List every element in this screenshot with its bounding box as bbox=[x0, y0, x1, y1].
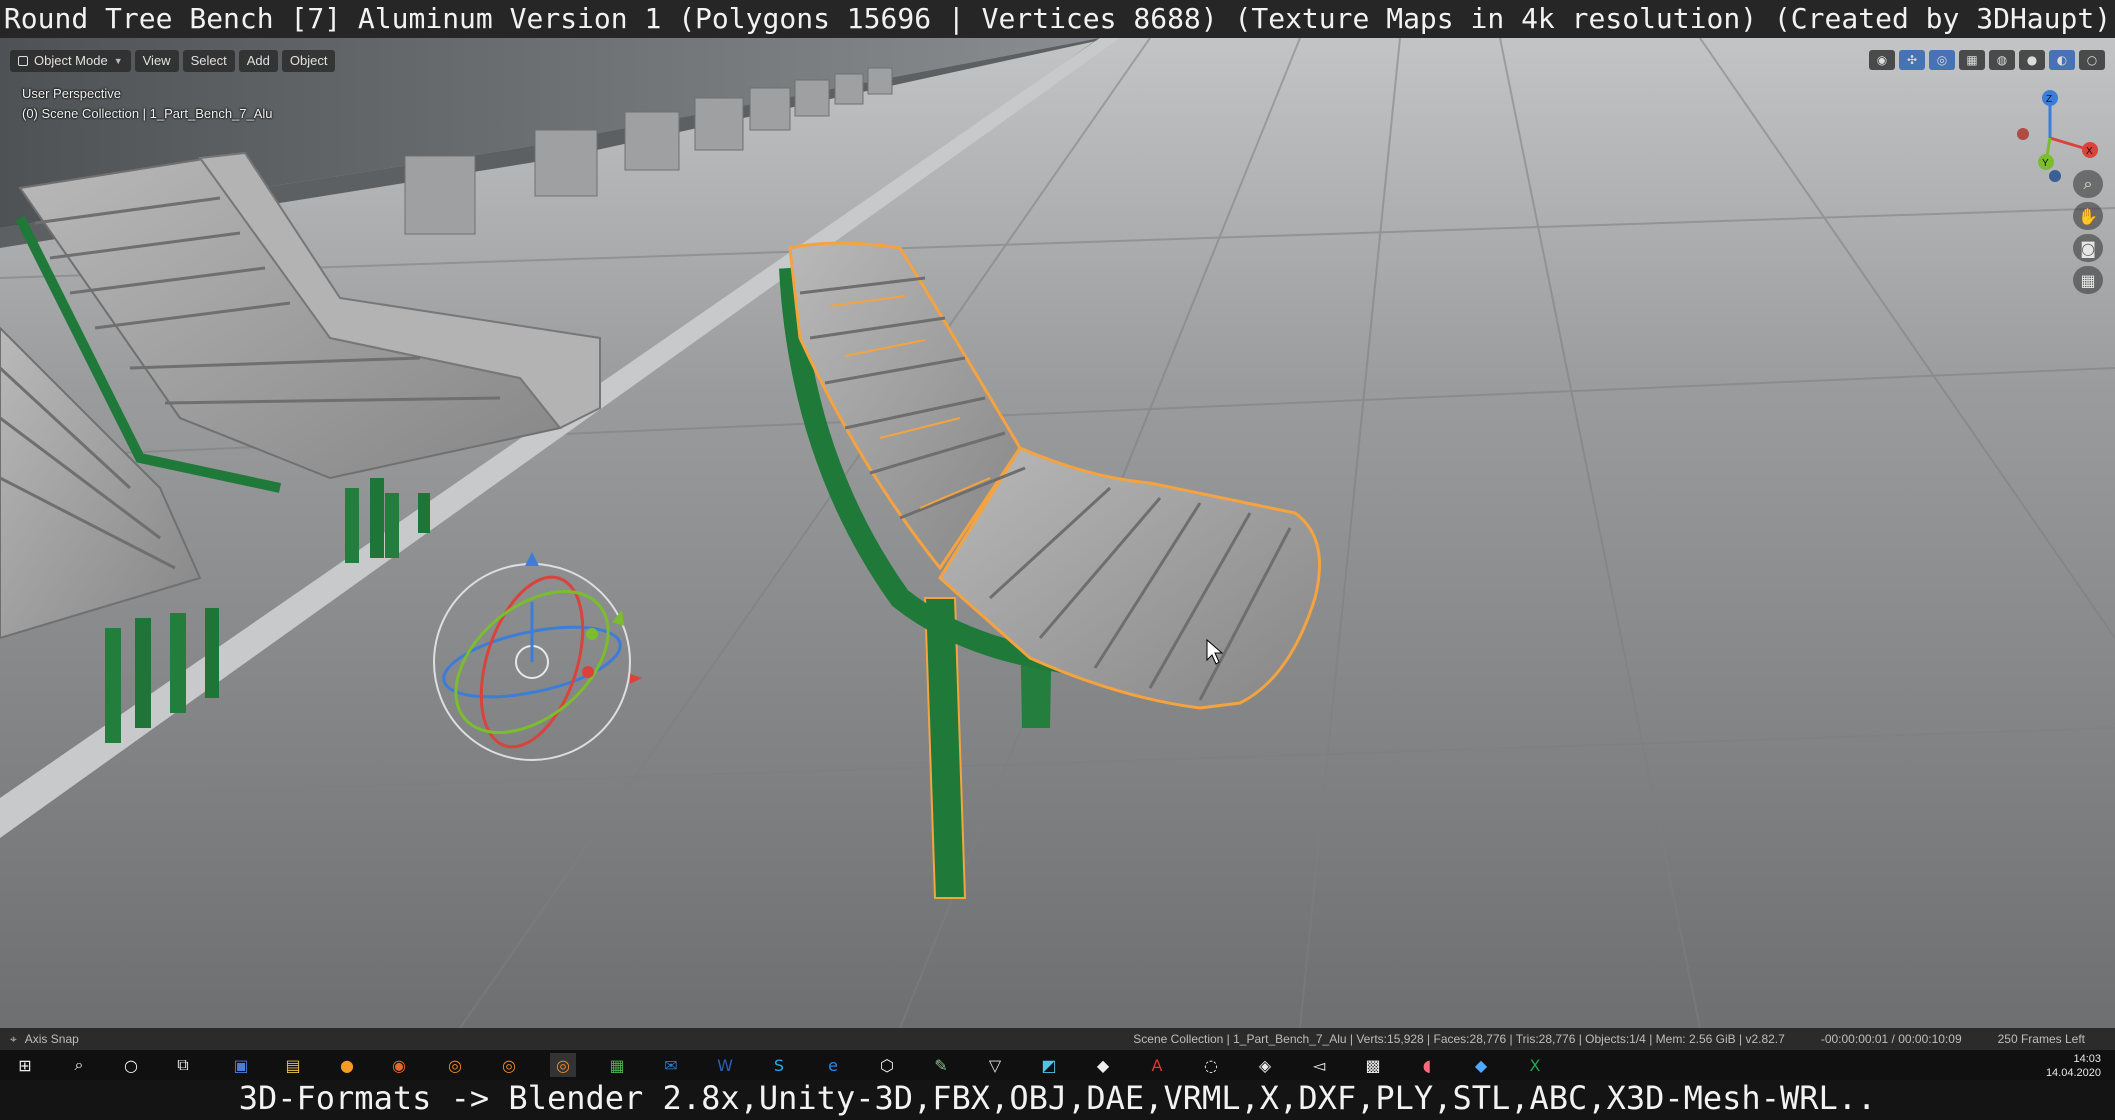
outlook-icon[interactable]: ✉ bbox=[658, 1053, 684, 1077]
file-explorer-icon[interactable]: ▤ bbox=[280, 1053, 306, 1077]
firefox-icon[interactable]: ◉ bbox=[386, 1053, 412, 1077]
clock-date: 14.04.2020 bbox=[2045, 1067, 2101, 1079]
system-clock[interactable]: 14:03 14.04.2020 bbox=[2046, 1052, 2101, 1080]
status-right: Scene Collection | 1_Part_Bench_7_Alu | … bbox=[1133, 1028, 2085, 1050]
axis-z-label: Z bbox=[2046, 94, 2052, 105]
menu-object[interactable]: Object bbox=[281, 50, 336, 72]
collection-label: (0) Scene Collection | 1_Part_Bench_7_Al… bbox=[22, 106, 273, 121]
xray-icon[interactable]: ▦ bbox=[1959, 50, 1985, 70]
viewport-header: Object Mode ▼ View Select Add Object bbox=[0, 50, 336, 72]
camera-view-icon[interactable]: ◙ bbox=[2073, 234, 2103, 262]
clock-time: 14:03 bbox=[2073, 1053, 2101, 1065]
object-mode-icon bbox=[18, 56, 28, 66]
object-mode-dropdown[interactable]: Object Mode ▼ bbox=[10, 50, 131, 72]
gizmo-toggle-icon[interactable]: ✣ bbox=[1899, 50, 1925, 70]
rendered-shading-icon[interactable]: ○ bbox=[2079, 50, 2105, 70]
axis-snap-icon: ⌖ bbox=[10, 1032, 17, 1046]
object-mode-label: Object Mode bbox=[34, 53, 108, 68]
wireframe-shading-icon[interactable]: ◍ bbox=[1989, 50, 2015, 70]
calculator-icon[interactable]: ▩ bbox=[1360, 1053, 1386, 1077]
zoom-icon[interactable]: ⌕ bbox=[2073, 170, 2103, 198]
app-icon[interactable]: ◆ bbox=[1090, 1053, 1116, 1077]
word-icon[interactable]: W bbox=[712, 1053, 738, 1077]
formats-caption: 3D-Formats -> Blender 2.8x,Unity-3D,FBX,… bbox=[0, 1080, 2115, 1120]
windows-start-icon[interactable]: ⊞ bbox=[12, 1053, 38, 1077]
status-left: ⌖ Axis Snap bbox=[10, 1028, 79, 1050]
solid-shading-icon[interactable]: ● bbox=[2019, 50, 2045, 70]
chevron-down-icon: ▼ bbox=[113, 56, 123, 66]
ortho-grid-icon[interactable]: ▦ bbox=[2073, 266, 2103, 294]
3d-viewport[interactable]: Z X Y Object Mode ▼ View Select Add Obje… bbox=[0, 38, 2115, 1028]
scene-stats: Scene Collection | 1_Part_Bench_7_Alu | … bbox=[1133, 1032, 1785, 1046]
visibility-icon[interactable]: ◉ bbox=[1869, 50, 1895, 70]
edge-icon[interactable]: e bbox=[820, 1053, 846, 1077]
menu-add[interactable]: Add bbox=[238, 50, 278, 72]
excel-icon[interactable]: X bbox=[1522, 1053, 1548, 1077]
axis-snap-label: Axis Snap bbox=[24, 1032, 79, 1046]
blender-icon[interactable]: ◎ bbox=[496, 1053, 522, 1077]
viewport-scene[interactable]: Z X Y bbox=[0, 38, 2115, 1028]
save-disk-icon[interactable]: ▣ bbox=[228, 1053, 254, 1077]
video-title-text: Round Tree Bench [7] Aluminum Version 1 … bbox=[3, 2, 2112, 35]
maps-icon[interactable]: ◆ bbox=[1468, 1053, 1494, 1077]
unity-icon[interactable]: ◈ bbox=[1252, 1053, 1278, 1077]
pan-hand-icon[interactable]: ✋ bbox=[2073, 202, 2103, 230]
perspective-label: User Perspective bbox=[22, 86, 121, 101]
spreadsheet-icon[interactable]: ▦ bbox=[604, 1053, 630, 1077]
status-bar: ⌖ Axis Snap Scene Collection | 1_Part_Be… bbox=[0, 1028, 2115, 1050]
obs-icon[interactable]: ◌ bbox=[1198, 1053, 1224, 1077]
sketch-icon[interactable]: ◩ bbox=[1036, 1053, 1062, 1077]
playback-timer: -00:00:00:01 / 00:00:10:09 bbox=[1820, 1032, 1962, 1046]
vivaldi-icon[interactable]: ▽ bbox=[982, 1053, 1008, 1077]
viewport-info: User Perspective (0) Scene Collection | … bbox=[22, 84, 273, 124]
app-icon[interactable]: ◖ bbox=[1414, 1053, 1440, 1077]
task-view-icon[interactable]: ⧉ bbox=[170, 1053, 196, 1077]
windows-taskbar: ⊞ ⌕ ○ ⧉ ▣ ▤ ● ◉ ◎ ◎ ◎ ▦ ✉ W S e ⬡ ✎ ▽ ◩ … bbox=[0, 1050, 2115, 1080]
overlay-toggle-icon[interactable]: ◎ bbox=[1929, 50, 1955, 70]
acrobat-icon[interactable]: A bbox=[1144, 1053, 1170, 1077]
blender-active-icon[interactable]: ◎ bbox=[550, 1053, 576, 1077]
blender-icon[interactable]: ◎ bbox=[442, 1053, 468, 1077]
app-icon[interactable]: ◅ bbox=[1306, 1053, 1332, 1077]
axis-y-label: Y bbox=[2042, 158, 2049, 169]
axis-x-label: X bbox=[2086, 146, 2093, 157]
menu-select[interactable]: Select bbox=[182, 50, 235, 72]
cortana-icon[interactable]: ○ bbox=[118, 1053, 144, 1077]
menu-view[interactable]: View bbox=[134, 50, 179, 72]
tool-icon[interactable]: ✎ bbox=[928, 1053, 954, 1077]
3d-viewer-icon[interactable]: ⬡ bbox=[874, 1053, 900, 1077]
formats-caption-text: 3D-Formats -> Blender 2.8x,Unity-3D,FBX,… bbox=[238, 1079, 1877, 1117]
viewport-header-right: ◉ ✣ ◎ ▦ ◍ ● ◐ ○ bbox=[1869, 50, 2105, 70]
material-shading-icon[interactable]: ◐ bbox=[2049, 50, 2075, 70]
search-icon[interactable]: ⌕ bbox=[66, 1053, 92, 1077]
frames-left: 250 Frames Left bbox=[1997, 1032, 2085, 1046]
video-title-caption: Round Tree Bench [7] Aluminum Version 1 … bbox=[0, 0, 2115, 38]
app-icon[interactable]: ● bbox=[334, 1053, 360, 1077]
skype-icon[interactable]: S bbox=[766, 1053, 792, 1077]
